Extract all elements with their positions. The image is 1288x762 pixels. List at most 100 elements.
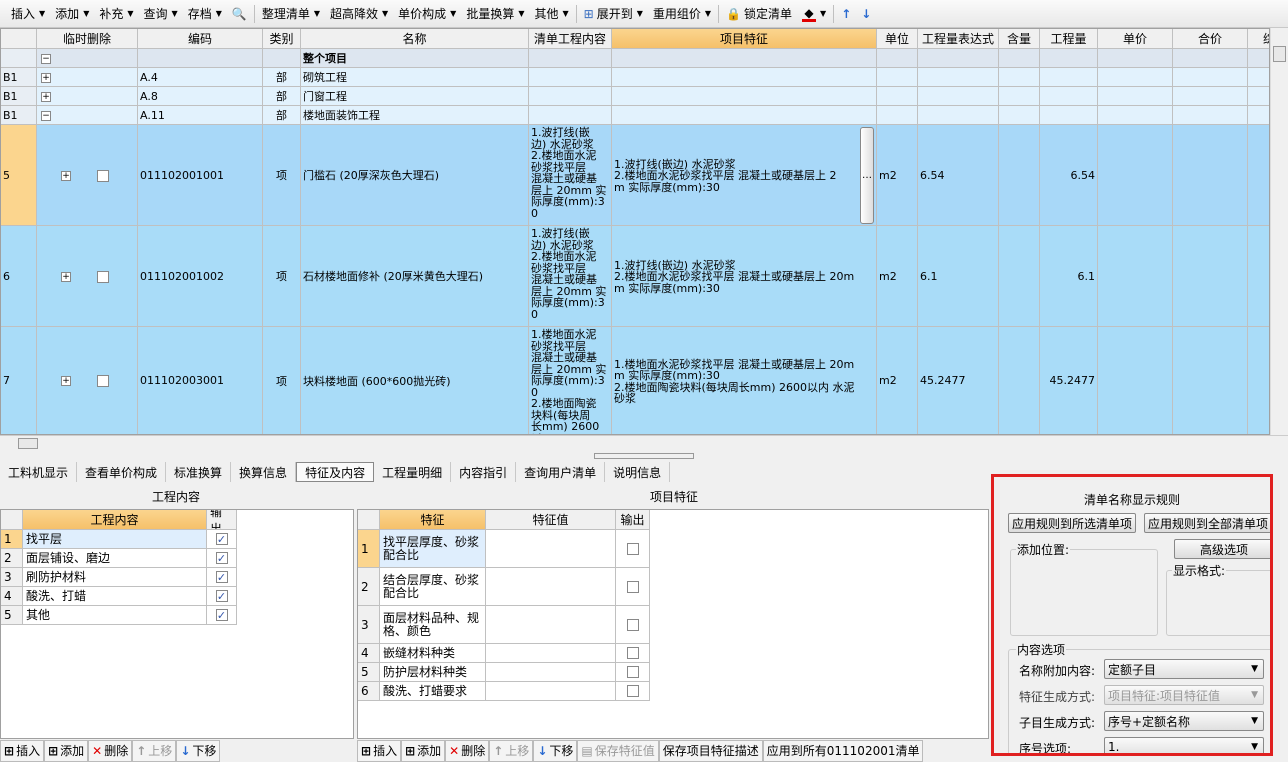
save-icon-button[interactable]: ▤ 保存特征值 (577, 739, 659, 762)
tab-5[interactable]: 工程量明细 (374, 462, 452, 482)
add-icon-button[interactable]: ⊞ 添加 (401, 739, 446, 762)
output-checkbox[interactable] (215, 609, 228, 621)
feature-value[interactable] (486, 568, 616, 606)
temp-delete-checkbox[interactable] (97, 270, 109, 283)
output-checkbox[interactable] (215, 533, 228, 545)
column-header[interactable]: 输出 (207, 510, 237, 530)
move-down-icon-button[interactable]: ↓ 下移 (176, 739, 221, 762)
table-row[interactable]: 1 找平层 (1, 530, 237, 549)
insert-icon-button[interactable]: ⊞ 插入 (357, 739, 402, 762)
vertical-scrollbar[interactable] (1270, 28, 1288, 435)
toolbar-button[interactable]: 超高降效 ▼ (325, 3, 393, 25)
column-header[interactable]: 特征 (380, 510, 486, 530)
output-checkbox[interactable] (626, 666, 639, 678)
column-header[interactable]: 单价 (1098, 29, 1173, 49)
delete-icon-button[interactable]: ✕ 删除 (445, 739, 490, 762)
toolbar-tree-expand-icon[interactable]: ⊞ 展开到 ▼ (579, 3, 648, 25)
toolbar-fill-color-icon[interactable]: ◆ ▼ (797, 3, 831, 25)
tab-2[interactable]: 标准换算 (166, 462, 232, 482)
splitter-handle[interactable] (594, 453, 694, 459)
horizontal-scrollbar[interactable] (0, 435, 1288, 451)
output-checkbox[interactable] (215, 590, 228, 602)
column-header[interactable]: 输出 (616, 510, 650, 530)
tab-0[interactable]: 工料机显示 (0, 462, 78, 482)
table-row[interactable]: 5 防护层材料种类 (358, 663, 650, 682)
delete-icon-button[interactable]: ✕ 删除 (88, 739, 133, 762)
expand-toggle-icon[interactable]: + (61, 170, 71, 181)
tab-6[interactable]: 内容指引 (451, 462, 517, 482)
expand-toggle-icon[interactable]: + (61, 271, 71, 282)
toolbar-button[interactable]: 插入 ▼ (6, 3, 50, 25)
output-checkbox[interactable] (215, 571, 228, 583)
output-checkbox[interactable] (626, 685, 639, 697)
output-checkbox[interactable] (626, 618, 639, 631)
column-header[interactable]: 临时删除 (37, 29, 138, 49)
table-row[interactable]: B1 + A.4 部砌筑工程 (1, 68, 1269, 87)
add-icon-button[interactable]: ⊞ 添加 (44, 739, 89, 762)
column-header[interactable] (1, 29, 37, 49)
table-row[interactable]: 1 找平层厚度、砂浆 配合比 (358, 530, 650, 568)
move-down-icon-button[interactable]: ↓ 下移 (533, 739, 578, 762)
feature-value[interactable] (486, 663, 616, 682)
table-row[interactable]: B1 + A.8 部门窗工程 (1, 87, 1269, 106)
table-row[interactable]: 4 酸洗、打蜡 (1, 587, 237, 606)
toolbar-binoculars-icon[interactable]: 🔍 (227, 3, 252, 25)
action-button[interactable]: 保存项目特征描述 (658, 739, 763, 762)
column-header[interactable]: 合价 (1173, 29, 1248, 49)
table-row[interactable]: 4 嵌缝材料种类 (358, 644, 650, 663)
toolbar-button[interactable]: 补充 ▼ (94, 3, 138, 25)
rule-select-0[interactable]: 定额子目 (1104, 659, 1264, 679)
tab-7[interactable]: 查询用户清单 (516, 462, 606, 482)
table-row[interactable]: 5 +011102001001 项门槛石 (20厚深灰色大理石) 1.波打线(嵌 边)… (1, 125, 1269, 226)
toolbar-arrow-up-icon[interactable]: ↑ (836, 3, 856, 25)
feature-value[interactable] (486, 682, 616, 701)
column-header[interactable]: 含量 (999, 29, 1040, 49)
action-button[interactable]: 应用到所有011102001清单 (762, 739, 924, 762)
expand-toggle-icon[interactable]: − (41, 110, 51, 121)
table-row[interactable]: 3 刷防护材料 (1, 568, 237, 587)
toolbar-button[interactable]: 单价构成 ▼ (393, 3, 461, 25)
table-row[interactable]: 5 其他 (1, 606, 237, 625)
move-up-icon-button[interactable]: ↑ 上移 (132, 739, 177, 762)
table-row[interactable]: 2 结合层厚度、砂浆 配合比 (358, 568, 650, 606)
advanced-options-button[interactable]: 高级选项 (1174, 539, 1270, 559)
tab-8[interactable]: 说明信息 (605, 462, 671, 482)
toolbar-button[interactable]: 查询 ▼ (139, 3, 183, 25)
rule-select-3[interactable]: 1. (1104, 737, 1264, 753)
toolbar-button[interactable]: 其他 ▼ (530, 3, 574, 25)
column-header[interactable]: 名称 (301, 29, 529, 49)
column-header[interactable]: 工程内容 (23, 510, 207, 530)
toolbar-button[interactable]: 存档 ▼ (183, 3, 227, 25)
table-row[interactable]: 3 面层材料品种、规 格、颜色 (358, 606, 650, 644)
toolbar-button[interactable]: 批量换算 ▼ (461, 3, 529, 25)
insert-icon-button[interactable]: ⊞ 插入 (0, 739, 45, 762)
output-checkbox[interactable] (626, 647, 639, 659)
tab-1[interactable]: 查看单价构成 (77, 462, 167, 482)
feature-value[interactable] (486, 530, 616, 568)
column-header[interactable]: 类别 (263, 29, 301, 49)
column-header[interactable]: 特征值 (486, 510, 616, 530)
table-row[interactable]: 6 酸洗、打蜡要求 (358, 682, 650, 701)
apply-selected-button[interactable]: 应用规则到所选清单项 (1008, 513, 1136, 533)
expand-toggle-icon[interactable]: + (41, 91, 51, 102)
expand-toggle-icon[interactable]: + (61, 376, 71, 386)
table-row[interactable]: 6 +011102001002 项石材楼地面修补 (20厚米黄色大理石) 1.波打线(… (1, 226, 1269, 327)
rule-select-2[interactable]: 序号+定额名称 (1104, 711, 1264, 731)
toolbar-button[interactable]: 添加 ▼ (50, 3, 94, 25)
table-row[interactable]: B1− A.11 部楼地面装饰工程 (1, 106, 1269, 125)
toolbar-button[interactable]: 重用组价 ▼ (648, 3, 716, 25)
temp-delete-checkbox[interactable] (97, 375, 109, 387)
tab-3[interactable]: 换算信息 (231, 462, 297, 482)
expand-toggle-icon[interactable]: + (41, 72, 51, 83)
column-header[interactable]: 单位 (877, 29, 918, 49)
feature-value[interactable] (486, 644, 616, 663)
table-row[interactable]: 2 面层铺设、磨边 (1, 549, 237, 568)
apply-all-button[interactable]: 应用规则到全部清单项 (1144, 513, 1270, 533)
output-checkbox[interactable] (626, 542, 639, 555)
tab-4[interactable]: 特征及内容 (296, 462, 375, 482)
table-row[interactable]: − 整个项目 (1, 49, 1269, 68)
column-header[interactable]: 工程量 (1040, 29, 1098, 49)
output-checkbox[interactable] (215, 552, 228, 564)
table-row[interactable]: 7 +011102003001 项块料楼地面 (600*600抛光砖) 1.楼地面水泥… (1, 327, 1269, 434)
column-header[interactable]: 项目特征 (612, 29, 877, 49)
